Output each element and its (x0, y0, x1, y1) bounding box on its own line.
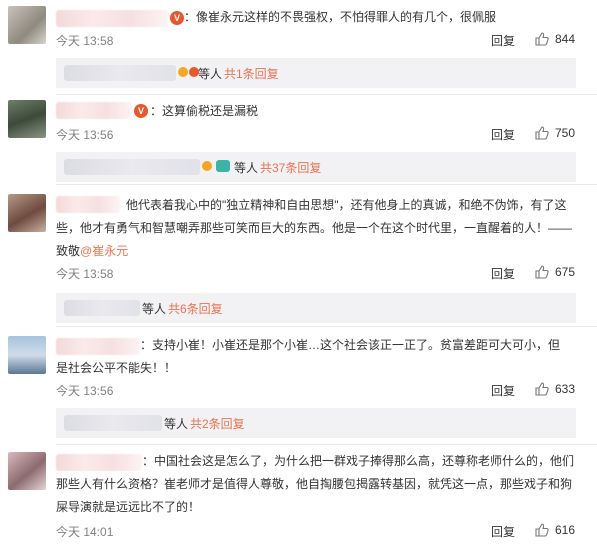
avatar[interactable] (8, 194, 46, 232)
divider (56, 444, 597, 445)
timestamp: 今天 13:56 (56, 128, 114, 142)
vip-badge-icon: V (170, 11, 184, 25)
sub-reply-users (64, 159, 200, 175)
comment-line-2: 是社会公平不能失！！ (56, 361, 177, 375)
like-count: 844 (555, 32, 576, 46)
username[interactable] (56, 338, 140, 355)
comment-line-2: 些，他才有勇气和智慧嘲弄那些可笑而巨大的东西。他是一个在这个时代里，一直醒着的人… (56, 221, 573, 235)
divider (56, 326, 597, 327)
sub-replies[interactable]: 等人 共1条回复 (56, 58, 576, 88)
sub-prefix: 等人 (198, 67, 223, 81)
sub-prefix: 等人 (234, 161, 259, 175)
member-icon (216, 160, 230, 175)
comment-line-1: ：中国社会这是怎么了，为什么把一群戏子捧得那么高，还尊称老师什么的，他们 (142, 454, 575, 468)
sub-replies[interactable]: 等人 共2条回复 (56, 408, 576, 438)
vip-badge-icon: V (134, 104, 148, 118)
comment-line-3: 屎导演就是远远比不了的！ (56, 500, 201, 514)
timestamp: 今天 13:56 (56, 384, 114, 398)
like-count: 675 (555, 265, 576, 279)
username[interactable] (56, 196, 120, 213)
like-count: 633 (555, 382, 576, 396)
thumbs-up-icon[interactable] (535, 126, 549, 140)
timestamp: 今天 13:58 (56, 267, 114, 281)
comment-text: 致敬 (56, 244, 81, 258)
vip-badge-icon (202, 160, 212, 174)
avatar[interactable] (8, 452, 46, 490)
divider (56, 184, 597, 185)
reply-button[interactable]: 回复 (491, 523, 515, 540)
timestamp: 今天 14:01 (56, 525, 114, 539)
sub-reply-users (64, 300, 140, 316)
avatar[interactable] (8, 336, 46, 374)
thumbs-up-icon[interactable] (535, 265, 549, 279)
sub-replies[interactable]: 等人 共37条回复 (56, 152, 576, 182)
sub-prefix: 等人 (164, 417, 189, 431)
comment-text: ：这算偷税还是漏税 (150, 104, 259, 118)
reply-button[interactable]: 回复 (491, 126, 515, 143)
sub-reply-link[interactable]: 共2条回复 (190, 415, 245, 432)
username[interactable] (56, 102, 132, 119)
avatar[interactable] (8, 100, 46, 138)
sub-reply-link[interactable]: 共37条回复 (260, 159, 321, 176)
reply-button[interactable]: 回复 (491, 32, 515, 49)
sub-reply-users (64, 415, 162, 431)
like-count: 750 (555, 126, 576, 140)
reply-button[interactable]: 回复 (491, 382, 515, 399)
sub-prefix: 等人 (142, 302, 167, 316)
thumbs-up-icon[interactable] (535, 523, 549, 537)
sub-reply-users (64, 65, 176, 81)
username[interactable] (56, 10, 168, 27)
comment-line-3: 致敬@崔永元 (56, 240, 576, 263)
avatar[interactable] (8, 6, 46, 44)
divider (56, 94, 597, 95)
mention-link[interactable]: @崔永元 (80, 244, 128, 258)
comment-line-1: ：支持小崔！小崔还是那个小崔…这个社会该正一正了。贫富差距可大可小，但 (140, 338, 561, 352)
timestamp: 今天 13:58 (56, 34, 114, 48)
comment-text: ：像崔永元这样的不畏强权，不怕得罪人的有几个，很佩服 (184, 10, 497, 24)
sub-reply-link[interactable]: 共1条回复 (224, 65, 279, 82)
thumbs-up-icon[interactable] (535, 382, 549, 396)
like-count: 616 (555, 523, 576, 537)
sub-reply-link[interactable]: 共6条回复 (168, 300, 223, 317)
vip-badge-icon (178, 66, 199, 80)
reply-button[interactable]: 回复 (491, 265, 515, 282)
username[interactable] (56, 454, 142, 471)
comment-line-1: 他代表着我心中的"独立精神和自由思想"，还有他身上的真诚，和绝不伪饰，有了这 (126, 198, 567, 212)
comment-line-2: 那些人有什么资格？崔老师才是值得人尊敬，他自掏腰包揭露转基因，就凭这一点，那些戏… (56, 477, 573, 491)
sub-replies[interactable]: 等人 共6条回复 (56, 293, 576, 323)
thumbs-up-icon[interactable] (535, 32, 549, 46)
